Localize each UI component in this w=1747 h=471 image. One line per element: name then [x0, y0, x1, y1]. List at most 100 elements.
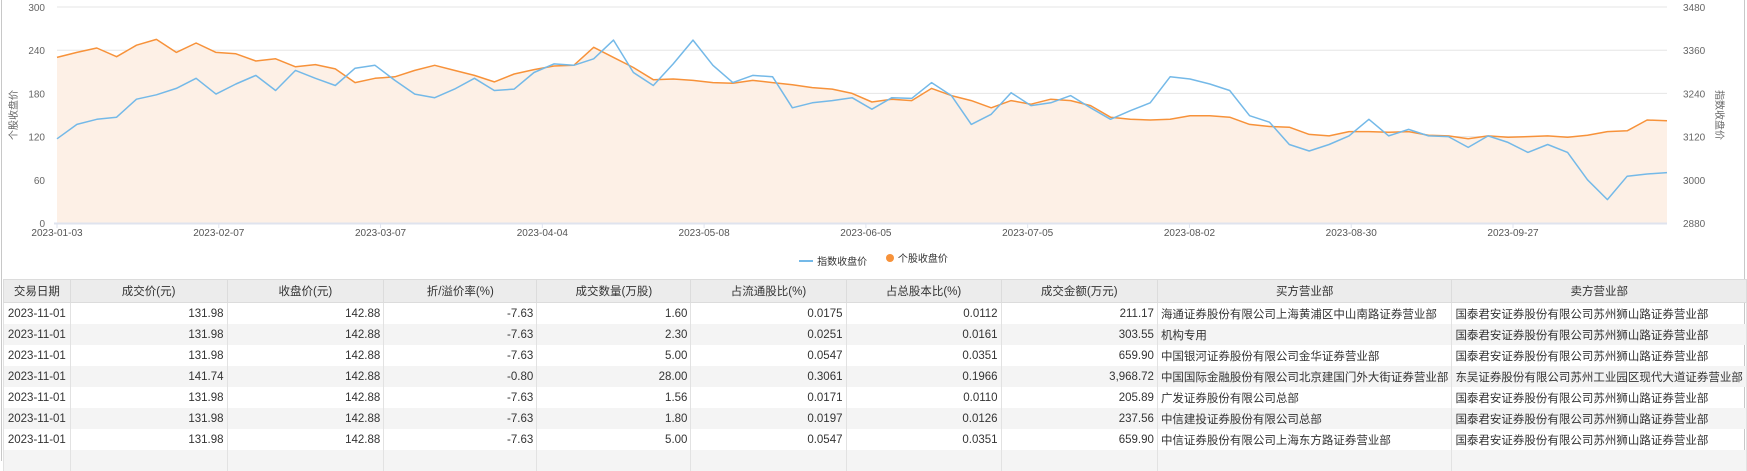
table-row[interactable]: 2023-11-01131.98142.88-7.632.300.02510.0…: [4, 324, 1747, 345]
cell-premium-rate: -7.63: [384, 408, 537, 429]
cell-close-price: 142.88: [227, 366, 384, 387]
cell-total-share-ratio: 0.1966: [846, 366, 1001, 387]
cell-close-price: 142.88: [227, 345, 384, 366]
y-left-axis-title: 个股收盘价: [7, 90, 20, 140]
cell-buyer-branch: 中国银河证券股份有限公司金华证券营业部: [1157, 345, 1452, 366]
y-right-tick-label: 3360: [1683, 46, 1706, 57]
column-header-close-price[interactable]: 收盘价(元): [227, 280, 384, 303]
cell-trade-date: 2023-11-01: [4, 345, 71, 366]
cell-trade-date: 2023-11-01: [4, 366, 71, 387]
cell-seller-branch: 国泰君安证券股份有限公司苏州狮山路证券营业部: [1452, 408, 1747, 429]
cell-close-price: 142.88: [227, 429, 384, 450]
block-trade-table: 交易日期成交价(元)收盘价(元)折/溢价率(%)成交数量(万股)占流通股比(%)…: [3, 279, 1747, 471]
cell-close-price: 142.88: [227, 324, 384, 345]
column-header-float-share-ratio[interactable]: 占流通股比(%): [691, 280, 846, 303]
cell-premium-rate: -7.63: [384, 303, 537, 325]
cell-buyer-branch: 机构专用: [1157, 324, 1452, 345]
column-header-amount[interactable]: 成交金额(万元): [1001, 280, 1157, 303]
cell-float-share-ratio: 0.0547: [691, 429, 846, 450]
cell-total-share-ratio: 0.0110: [846, 387, 1001, 408]
column-header-buyer-branch[interactable]: 买方营业部: [1157, 280, 1452, 303]
x-tick-label: 2023-08-02: [1164, 228, 1216, 239]
cell-amount: 3,968.72: [1001, 366, 1157, 387]
y-right-tick-label: 3240: [1683, 89, 1706, 100]
cell-buyer-branch: 中国国际金融股份有限公司北京建国门外大街证券营业部: [1157, 366, 1452, 387]
cell-deal-price: 141.74: [70, 366, 227, 387]
cell-volume: 1.60: [537, 303, 691, 325]
legend-label-stock: 个股收盘价: [898, 250, 948, 265]
cell-total-share-ratio: 0.0126: [846, 408, 1001, 429]
y-left-tick-label: 180: [28, 89, 45, 100]
legend-item-index[interactable]: 指数收盘价: [799, 253, 867, 268]
cell-buyer-branch: 中信证券股份有限公司上海东方路证券营业部: [1157, 429, 1452, 450]
cell-volume: 5.00: [537, 345, 691, 366]
cell-volume: 1.80: [537, 408, 691, 429]
column-header-total-share-ratio[interactable]: 占总股本比(%): [846, 280, 1001, 303]
table-row[interactable]: 2023-11-01141.74142.88-0.8028.000.30610.…: [4, 366, 1747, 387]
table-row[interactable]: 2023-11-01131.98142.88-7.631.560.01710.0…: [4, 387, 1747, 408]
column-header-premium-rate[interactable]: 折/溢价率(%): [384, 280, 537, 303]
cell-amount: 659.90: [1001, 345, 1157, 366]
cell-premium-rate: -7.63: [384, 324, 537, 345]
legend-item-stock[interactable]: 个股收盘价: [886, 250, 948, 265]
x-tick-label: 2023-05-08: [679, 228, 731, 239]
cell-seller-branch: 东吴证券股份有限公司苏州工业园区现代大道证券营业部: [1452, 366, 1747, 387]
cell-trade-date: 2023-11-01: [4, 303, 71, 325]
table-row[interactable]: 2023-11-01131.98142.88-7.635.000.05470.0…: [4, 345, 1747, 366]
cell-deal-price: 131.98: [70, 303, 227, 325]
column-header-trade-date[interactable]: 交易日期: [4, 280, 71, 303]
table-row[interactable]: 2023-11-01131.98142.88-7.631.800.01970.0…: [4, 408, 1747, 429]
x-tick-label: 2023-08-30: [1326, 228, 1378, 239]
cell-amount: 303.55: [1001, 324, 1157, 345]
cell-premium-rate: -0.80: [384, 366, 537, 387]
cell-deal-price: 131.98: [70, 345, 227, 366]
cell-float-share-ratio: 0.0197: [691, 408, 846, 429]
cell-total-share-ratio: 0.0351: [846, 345, 1001, 366]
x-tick-label: 2023-01-03: [31, 228, 83, 239]
cell-volume: 28.00: [537, 366, 691, 387]
cell-close-price: 142.88: [227, 387, 384, 408]
column-header-seller-branch[interactable]: 卖方营业部: [1452, 280, 1747, 303]
cell-total-share-ratio: 0.0161: [846, 324, 1001, 345]
cell-close-price: 142.88: [227, 303, 384, 325]
x-tick-label: 2023-09-27: [1487, 228, 1539, 239]
dot-legend-icon: [886, 254, 894, 262]
cell-float-share-ratio: 0.3061: [691, 366, 846, 387]
cell-seller-branch: 国泰君安证券股份有限公司苏州狮山路证券营业部: [1452, 324, 1747, 345]
cell-buyer-branch: 中信建投证券股份有限公司总部: [1157, 408, 1452, 429]
y-left-tick-label: 240: [28, 46, 45, 57]
cell-deal-price: 131.98: [70, 408, 227, 429]
y-left-tick-label: 120: [28, 133, 45, 144]
cell-volume: 1.56: [537, 387, 691, 408]
column-header-deal-price[interactable]: 成交价(元): [70, 280, 227, 303]
table-body: 2023-11-01131.98142.88-7.631.600.01750.0…: [4, 303, 1747, 471]
cell-buyer-branch: 广发证券股份有限公司总部: [1157, 387, 1452, 408]
cell-premium-rate: -7.63: [384, 387, 537, 408]
y-right-tick-label: 3120: [1683, 133, 1706, 144]
x-tick-label: 2023-03-07: [355, 228, 407, 239]
y-left-tick-label: 300: [28, 3, 45, 14]
cell-float-share-ratio: 0.0251: [691, 324, 846, 345]
cell-volume: 5.00: [537, 429, 691, 450]
cell-seller-branch: 国泰君安证券股份有限公司苏州狮山路证券营业部: [1452, 303, 1747, 325]
cell-trade-date: 2023-11-01: [4, 429, 71, 450]
table-row[interactable]: 2023-11-01131.98142.88-7.635.000.05470.0…: [4, 429, 1747, 450]
y-right-axis-title: 指数收盘价: [1713, 90, 1726, 140]
x-tick-label: 2023-07-05: [1002, 228, 1054, 239]
cell-trade-date: 2023-11-01: [4, 387, 71, 408]
table-row[interactable]: 2023-11-01131.98142.88-7.631.600.01750.0…: [4, 303, 1747, 325]
table-header-row: 交易日期成交价(元)收盘价(元)折/溢价率(%)成交数量(万股)占流通股比(%)…: [4, 280, 1747, 303]
cell-amount: 237.56: [1001, 408, 1157, 429]
legend-label-index: 指数收盘价: [817, 253, 867, 268]
cell-premium-rate: -7.63: [384, 429, 537, 450]
cell-deal-price: 131.98: [70, 429, 227, 450]
cell-trade-date: 2023-11-01: [4, 324, 71, 345]
cell-seller-branch: 国泰君安证券股份有限公司苏州狮山路证券营业部: [1452, 387, 1747, 408]
cell-amount: 211.17: [1001, 303, 1157, 325]
y-left-tick-label: 60: [34, 176, 46, 187]
line-legend-icon: [799, 260, 813, 262]
cell-seller-branch: 国泰君安证券股份有限公司苏州狮山路证券营业部: [1452, 345, 1747, 366]
chart-legend: 指数收盘价 个股收盘价: [0, 250, 1747, 268]
cell-premium-rate: -7.63: [384, 345, 537, 366]
column-header-volume[interactable]: 成交数量(万股): [537, 280, 691, 303]
